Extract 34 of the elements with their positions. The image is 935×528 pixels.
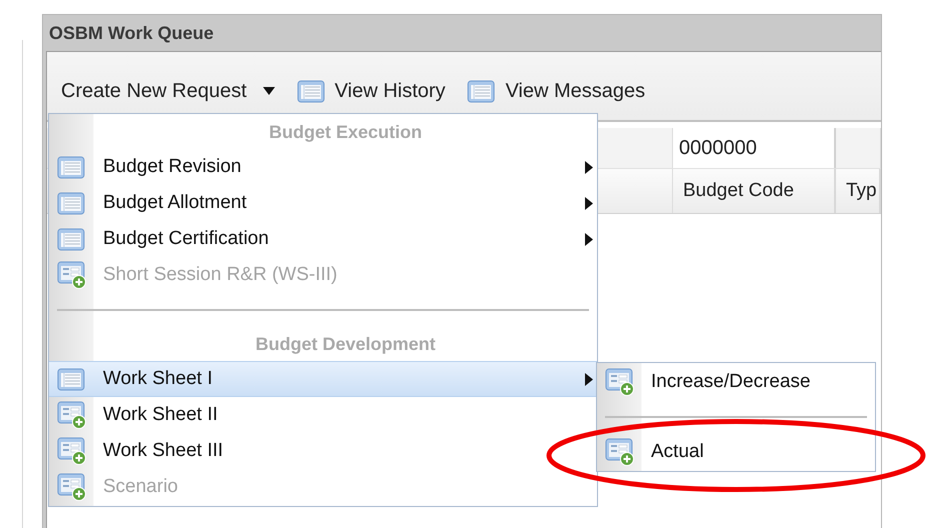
submenu-arrow-icon bbox=[585, 233, 593, 246]
menu-item[interactable]: Budget Allotment bbox=[49, 185, 597, 221]
form-add-icon bbox=[57, 437, 87, 465]
panel-title: OSBM Work Queue bbox=[49, 22, 214, 44]
menu-item[interactable]: Budget Certification bbox=[49, 221, 597, 257]
submenu-arrow-icon bbox=[585, 161, 593, 174]
column-header[interactable]: Budget Code bbox=[673, 169, 836, 213]
menu-item[interactable]: Increase/Decrease bbox=[597, 364, 875, 400]
menu-item[interactable]: Budget Revision bbox=[49, 149, 597, 185]
list-icon bbox=[57, 156, 85, 178]
menu-item[interactable]: Work Sheet II bbox=[49, 397, 597, 433]
form-add-icon bbox=[57, 473, 87, 501]
form-add-icon bbox=[57, 401, 87, 429]
list-icon bbox=[296, 80, 325, 102]
list-icon bbox=[57, 368, 85, 390]
list-icon bbox=[57, 192, 85, 214]
submenu-arrow-icon bbox=[585, 373, 593, 386]
submenu-arrow-icon bbox=[585, 197, 593, 210]
caret-icon bbox=[262, 87, 275, 95]
form-add-icon bbox=[605, 438, 635, 466]
dropdown-button[interactable]: Create New Request bbox=[61, 80, 275, 102]
column-header[interactable]: Typ bbox=[836, 169, 881, 213]
menu-item[interactable]: Work Sheet III bbox=[49, 433, 597, 469]
toolbar-button[interactable]: View History bbox=[296, 80, 446, 102]
menu-group-heading: Budget Execution bbox=[268, 122, 422, 142]
form-add-icon bbox=[605, 368, 635, 396]
toolbar-button[interactable]: View Messages bbox=[467, 80, 646, 102]
menu-item[interactable]: Work Sheet I bbox=[49, 361, 597, 397]
filter-field[interactable]: 0000000 bbox=[673, 128, 836, 168]
list-icon bbox=[467, 80, 496, 102]
menu-item[interactable]: Actual bbox=[597, 434, 875, 470]
list-icon bbox=[57, 228, 85, 250]
form-add-icon bbox=[57, 261, 87, 289]
menu-group-heading: Budget Development bbox=[255, 334, 436, 354]
